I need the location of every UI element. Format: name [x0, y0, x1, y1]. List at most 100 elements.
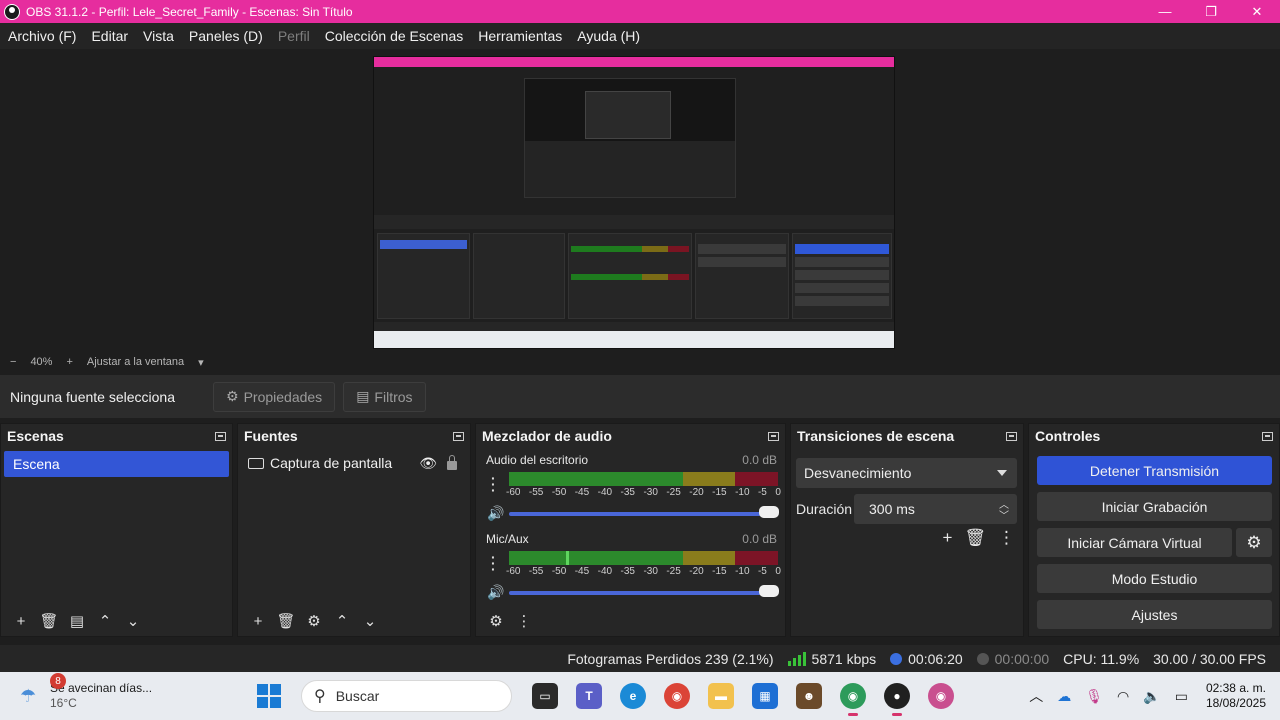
- start-recording-button[interactable]: Iniciar Grabación: [1037, 492, 1272, 521]
- settings-button[interactable]: Ajustes: [1037, 600, 1272, 629]
- advanced-audio-icon[interactable]: ⚙: [482, 610, 510, 632]
- onedrive-icon[interactable]: ☁: [1057, 688, 1071, 705]
- battery-icon[interactable]: ▭: [1175, 688, 1188, 705]
- chrome-profile-2-icon[interactable]: ◉: [928, 683, 954, 709]
- volume-icon[interactable]: 🔈: [1143, 688, 1160, 705]
- move-scene-up-button[interactable]: ⌃: [91, 610, 119, 632]
- mixer-menu-icon[interactable]: ⋮: [510, 610, 538, 632]
- remove-scene-button[interactable]: 🗑: [35, 610, 63, 632]
- speaker-icon[interactable]: 🔊: [487, 584, 504, 601]
- menu-view[interactable]: Vista: [143, 28, 174, 44]
- filters-button[interactable]: ▤ Filtros: [343, 381, 426, 412]
- controls-dock: Controles Detener Transmisión Iniciar Gr…: [1028, 423, 1280, 637]
- teams-icon[interactable]: T: [576, 683, 602, 709]
- system-tray: ︿ ☁ 🎙 ◠ 🔈 ▭: [1015, 686, 1188, 706]
- remove-transition-button[interactable]: 🗑: [964, 528, 986, 548]
- eye-icon[interactable]: 👁: [419, 455, 437, 472]
- start-virtual-camera-button[interactable]: Iniciar Cámara Virtual: [1037, 528, 1232, 557]
- microphone-icon[interactable]: 🎙: [1085, 688, 1103, 705]
- undock-icon[interactable]: [453, 431, 464, 441]
- speaker-icon[interactable]: 🔊: [487, 505, 504, 522]
- menu-scene-collection[interactable]: Colección de Escenas: [325, 28, 464, 44]
- clock[interactable]: 02:38 a. m. 18/08/2025: [1206, 681, 1266, 711]
- preview-nested-mixer: [568, 233, 692, 319]
- taskbar-search[interactable]: ⚲ Buscar: [301, 680, 512, 712]
- move-source-up-button[interactable]: ⌃: [328, 610, 356, 632]
- chrome-icon[interactable]: ◉: [664, 683, 690, 709]
- menu-edit[interactable]: Editar: [91, 28, 128, 44]
- studio-mode-button[interactable]: Modo Estudio: [1037, 564, 1272, 593]
- chevron-down-icon[interactable]: ﹀: [999, 507, 1009, 522]
- windows-taskbar: ☂ 8 Se avecinan días... 16°C ⚲ Buscar ▭ …: [0, 672, 1280, 720]
- scene-item[interactable]: Escena: [4, 451, 229, 477]
- broadcast-icon: [890, 652, 903, 665]
- move-scene-down-button[interactable]: ⌄: [119, 610, 147, 632]
- bitrate-indicator: 5871 kbps: [787, 651, 876, 667]
- chevron-up-icon[interactable]: ︿: [1029, 686, 1043, 706]
- preview-canvas[interactable]: [373, 56, 895, 349]
- menu-docks[interactable]: Paneles (D): [189, 28, 263, 44]
- microsoft-store-icon[interactable]: ▦: [752, 683, 778, 709]
- meter-tick-label: -25: [666, 487, 681, 498]
- remove-source-button[interactable]: 🗑: [272, 610, 300, 632]
- search-icon: ⚲: [314, 688, 326, 705]
- peak-indicator: [566, 551, 569, 565]
- meter-tick-label: -20: [689, 566, 704, 577]
- file-explorer-icon[interactable]: ▬: [708, 683, 734, 709]
- undock-icon[interactable]: [215, 431, 226, 441]
- source-properties-button[interactable]: ⚙: [300, 610, 328, 632]
- gear-icon[interactable]: ⚙: [1236, 528, 1272, 557]
- menu-tools[interactable]: Herramientas: [478, 28, 562, 44]
- kebab-menu-icon[interactable]: · · ·: [491, 550, 496, 576]
- zoom-out-button[interactable]: −: [10, 356, 16, 368]
- meter-tick-label: -45: [574, 487, 590, 498]
- zoom-in-button[interactable]: +: [66, 356, 72, 368]
- add-scene-button[interactable]: +: [7, 610, 35, 632]
- obs-taskbar-icon[interactable]: ●: [884, 683, 910, 716]
- add-source-button[interactable]: +: [244, 610, 272, 632]
- fps-indicator: 30.00 / 30.00 FPS: [1153, 650, 1266, 667]
- fit-window-button[interactable]: Ajustar a la ventana: [87, 356, 184, 368]
- kebab-menu-icon[interactable]: · · ·: [491, 471, 496, 497]
- volume-slider-handle[interactable]: [759, 585, 779, 597]
- preview-nested-status: [374, 322, 894, 331]
- lock-icon[interactable]: [447, 454, 457, 470]
- transition-select[interactable]: Desvanecimiento: [796, 458, 1017, 488]
- channel-db: 0.0 dB: [742, 532, 777, 546]
- menu-file[interactable]: Archivo (F): [8, 28, 76, 44]
- close-button[interactable]: ✕: [1234, 0, 1280, 23]
- cpu-usage: CPU: 11.9%: [1063, 650, 1140, 667]
- undock-icon[interactable]: [1262, 431, 1273, 441]
- transition-menu-icon[interactable]: ⋮: [998, 528, 1015, 548]
- scene-filters-button[interactable]: ▤: [63, 610, 91, 632]
- undock-icon[interactable]: [1006, 431, 1017, 441]
- chrome-profile-icon[interactable]: ◉: [840, 683, 866, 716]
- preview-scrollbar[interactable]: [1270, 49, 1280, 354]
- source-item[interactable]: Captura de pantalla 👁: [248, 450, 467, 476]
- source-label: Captura de pantalla: [270, 455, 393, 471]
- wifi-icon[interactable]: ◠: [1117, 688, 1129, 705]
- stop-streaming-button[interactable]: Detener Transmisión: [1037, 456, 1272, 485]
- undock-icon[interactable]: [768, 431, 779, 441]
- add-transition-button[interactable]: +: [942, 528, 952, 548]
- menu-bar: Archivo (F) Editar Vista Paneles (D) Per…: [0, 23, 1280, 49]
- minimize-button[interactable]: —: [1142, 0, 1188, 23]
- task-view-icon[interactable]: ▭: [532, 683, 558, 709]
- duration-label: Duración: [796, 501, 853, 517]
- zoom-bar: − 40% + Ajustar a la ventana ▾: [0, 354, 1280, 370]
- volume-slider[interactable]: [509, 591, 771, 595]
- weather-widget[interactable]: ☂ 8 Se avecinan días... 16°C: [20, 673, 220, 711]
- preview-area[interactable]: [0, 49, 1280, 354]
- menu-help[interactable]: Ayuda (H): [577, 28, 640, 44]
- volume-slider-handle[interactable]: [759, 506, 779, 518]
- zoom-dropdown-icon[interactable]: ▾: [198, 356, 204, 369]
- edge-icon[interactable]: e: [620, 683, 646, 709]
- game-app-icon[interactable]: ☻: [796, 683, 822, 709]
- maximize-button[interactable]: ❐: [1188, 0, 1234, 23]
- start-button[interactable]: [257, 684, 281, 708]
- move-source-down-button[interactable]: ⌄: [356, 610, 384, 632]
- meter-scale: -60 -55 -50 -45 -40 -35 -30 -25 -20 -15 -10 -5 0: [506, 566, 781, 577]
- volume-slider[interactable]: [509, 512, 771, 516]
- properties-button[interactable]: ⚙ Propiedades: [213, 381, 336, 412]
- duration-spinbox[interactable]: 300 ms ︿ ﹀: [854, 494, 1017, 524]
